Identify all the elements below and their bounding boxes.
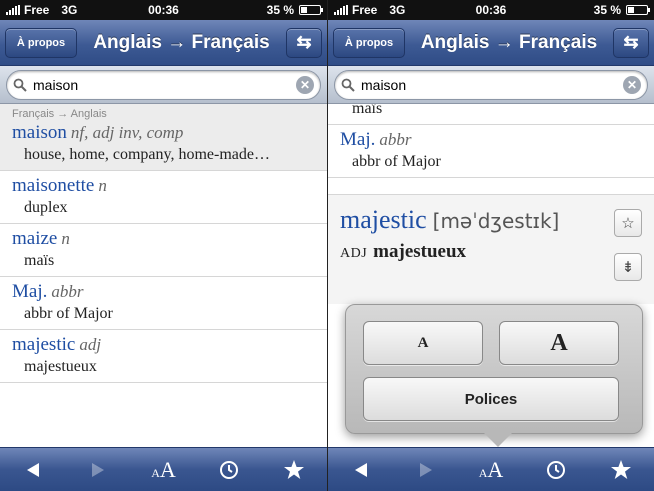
search-input[interactable]: [361, 77, 623, 93]
list-item[interactable]: maïs: [328, 104, 654, 125]
collapse-icon: ⇟: [621, 259, 635, 276]
entry-label: ADJ: [340, 246, 368, 261]
fonts-button[interactable]: Polices: [363, 377, 619, 421]
history-button[interactable]: [536, 452, 576, 488]
entry-definition: abbr of Major: [24, 305, 113, 322]
clock-icon: [547, 460, 566, 479]
search-icon: [341, 78, 355, 92]
favorites-button[interactable]: [601, 452, 641, 488]
history-button[interactable]: [209, 452, 249, 488]
font-size-button[interactable]: AA: [471, 452, 511, 488]
entry-word: maize: [12, 228, 58, 249]
font-size-icon: AA: [151, 456, 176, 482]
search-icon: [13, 78, 27, 92]
entry-word: Maj.: [12, 281, 48, 302]
font-size-icon: AA: [478, 456, 504, 482]
right-screen: Free 3G 00:36 35 % À propos Anglais → Fr…: [327, 0, 654, 491]
left-screen: Free 3G 00:36 35 % À propos Anglais → Fr…: [0, 0, 327, 491]
navigation-bar: À propos Anglais → Français ⇆: [328, 20, 654, 66]
font-size-button[interactable]: AA: [143, 452, 183, 488]
star-icon: [284, 459, 305, 479]
list-item[interactable]: Maj. abbr abbr of Major: [328, 125, 654, 178]
decrease-font-button[interactable]: A: [363, 321, 483, 365]
list-item[interactable]: Français → Anglais maison nf, adj inv, co…: [0, 104, 327, 171]
entry-pos: abbr: [379, 130, 412, 149]
forward-button[interactable]: [406, 452, 446, 488]
entry-pos: nf, adj inv, comp: [70, 123, 184, 142]
collapse-button[interactable]: ⇟: [614, 253, 642, 281]
carrier-label: Free: [352, 3, 378, 17]
clock-icon: [219, 460, 238, 479]
page-title: Anglais → Français: [420, 31, 598, 53]
entry-translation: majestueux: [373, 241, 467, 262]
battery-icon: [626, 5, 650, 15]
add-favorite-button[interactable]: ☆: [614, 209, 642, 237]
entry-definition: majestueux: [24, 358, 97, 375]
entry-pos: n: [98, 176, 107, 195]
back-button[interactable]: [341, 452, 381, 488]
signal-icon: [334, 5, 348, 15]
swap-icon: ⇆: [623, 32, 639, 52]
navigation-bar: À propos Anglais → Français ⇆: [0, 20, 327, 66]
favorites-button[interactable]: [274, 452, 314, 488]
entry-word: Maj.: [340, 129, 376, 150]
entry-word: majestic: [12, 334, 76, 355]
network-label: 3G: [389, 3, 406, 17]
entry-definition: maïs: [24, 252, 55, 269]
entry-pos: abbr: [51, 282, 84, 301]
entry-definition: maïs: [352, 104, 383, 117]
entry-word: maison: [12, 122, 67, 143]
swap-languages-button[interactable]: ⇆: [286, 27, 322, 58]
about-button[interactable]: À propos: [333, 27, 405, 58]
battery-percent: 35 %: [593, 3, 621, 17]
entry-pronunciation: [məˈdʒestɪk]: [432, 209, 560, 233]
clear-search-icon[interactable]: ✕: [623, 76, 641, 94]
status-bar: Free 3G 00:36 35 %: [0, 0, 327, 20]
entry-pos: n: [61, 229, 70, 248]
list-item[interactable]: majestic adj majestueux: [0, 330, 327, 383]
font-popover: A A Polices: [345, 304, 643, 447]
results-list: Français → Anglais maison nf, adj inv, co…: [0, 104, 327, 447]
battery-percent: 35 %: [266, 3, 294, 17]
network-label: 3G: [61, 3, 78, 17]
search-bar: ✕: [0, 66, 327, 104]
page-title: Anglais → Français: [93, 31, 270, 53]
search-input[interactable]: [33, 77, 296, 93]
tab-bar: AA: [0, 447, 327, 491]
entry-pos: adj: [79, 335, 102, 354]
list-item[interactable]: Maj. abbr abbr of Major: [0, 277, 327, 330]
search-field[interactable]: ✕: [334, 70, 648, 100]
expanded-entry: majestic [məˈdʒestɪk] ADJ majestueux ☆ ⇟: [328, 194, 654, 304]
entry-definition: duplex: [24, 199, 68, 216]
entry-definition: house, home, company, home-made…: [24, 146, 271, 163]
battery-icon: [299, 5, 323, 15]
search-field[interactable]: ✕: [6, 70, 321, 100]
swap-icon: ⇆: [296, 32, 312, 52]
list-item[interactable]: maisonette n duplex: [0, 171, 327, 224]
back-button[interactable]: [13, 452, 53, 488]
star-outline-icon: ☆: [621, 215, 635, 232]
popover-arrow: [484, 433, 512, 447]
search-bar: ✕: [328, 66, 654, 104]
back-arrow-icon: [354, 462, 367, 477]
star-icon: [611, 459, 632, 479]
breadcrumb: Français → Anglais: [12, 108, 107, 120]
list-item[interactable]: maize n maïs: [0, 224, 327, 277]
status-bar: Free 3G 00:36 35 %: [328, 0, 654, 20]
entry-word: maisonette: [12, 175, 95, 196]
entry-headword: majestic: [340, 205, 427, 234]
signal-icon: [6, 5, 20, 15]
forward-arrow-icon: [419, 462, 432, 477]
back-arrow-icon: [26, 462, 39, 477]
about-button[interactable]: À propos: [5, 27, 77, 58]
carrier-label: Free: [24, 3, 50, 17]
forward-arrow-icon: [92, 462, 105, 477]
tab-bar: AA: [328, 447, 654, 491]
swap-languages-button[interactable]: ⇆: [613, 27, 649, 58]
clear-search-icon[interactable]: ✕: [296, 76, 314, 94]
increase-font-button[interactable]: A: [499, 321, 619, 365]
entry-definition: abbr of Major: [352, 153, 441, 170]
forward-button[interactable]: [78, 452, 118, 488]
